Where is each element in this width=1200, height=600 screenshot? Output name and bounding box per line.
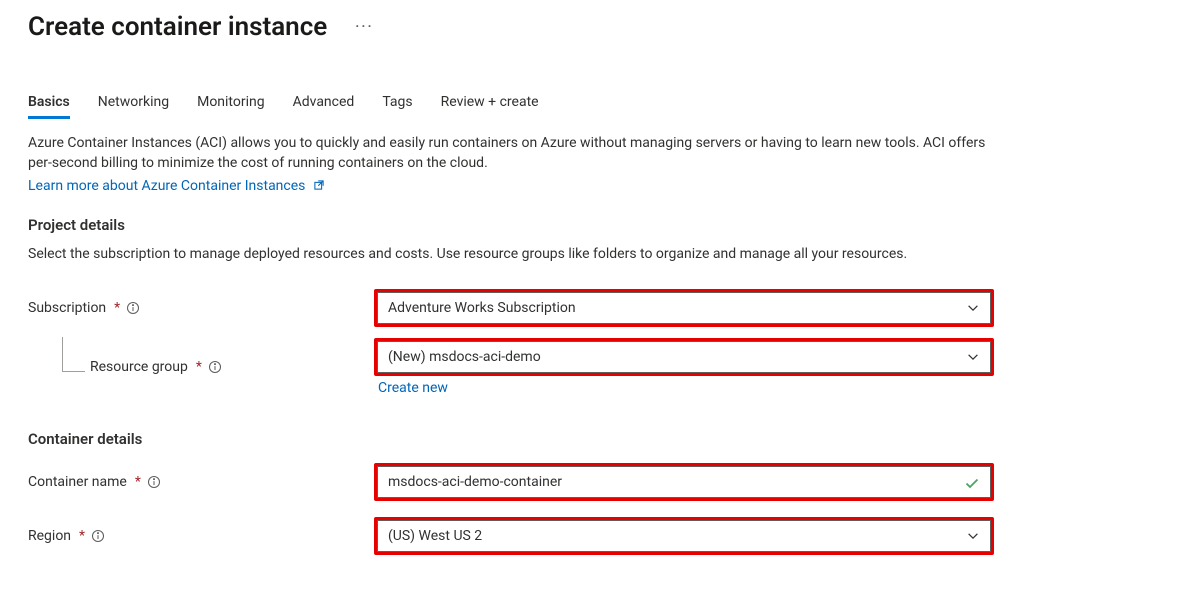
tab-basics[interactable]: Basics — [28, 94, 70, 119]
required-asterisk: * — [79, 528, 85, 544]
project-details-desc: Select the subscription to manage deploy… — [28, 244, 988, 264]
resource-group-value: (New) msdocs-aci-demo — [388, 349, 541, 365]
tab-tags[interactable]: Tags — [382, 94, 412, 119]
required-asterisk: * — [196, 359, 202, 375]
tab-review-create[interactable]: Review + create — [441, 94, 539, 119]
check-icon — [964, 475, 980, 491]
highlight-container-name: msdocs-aci-demo-container — [374, 463, 994, 501]
tab-monitoring[interactable]: Monitoring — [197, 94, 265, 119]
wizard-tabs: Basics Networking Monitoring Advanced Ta… — [28, 94, 1200, 119]
intro-text: Azure Container Instances (ACI) allows y… — [28, 133, 988, 174]
resource-group-label: Resource group — [90, 359, 188, 375]
page-title: Create container instance — [28, 12, 327, 42]
highlight-subscription: Adventure Works Subscription — [374, 289, 994, 327]
container-details-heading: Container details — [28, 430, 1200, 448]
info-icon[interactable] — [147, 475, 161, 489]
nested-indicator: Resource group * — [90, 359, 222, 375]
subscription-label: Subscription — [28, 300, 106, 316]
highlight-resource-group: (New) msdocs-aci-demo — [374, 338, 994, 376]
learn-more-text: Learn more about Azure Container Instanc… — [28, 178, 305, 194]
resource-group-row: Resource group * (New) msdocs-aci-demo C… — [28, 338, 1200, 396]
subscription-value: Adventure Works Subscription — [388, 300, 576, 316]
container-name-input[interactable]: msdocs-aci-demo-container — [377, 466, 991, 498]
tab-advanced[interactable]: Advanced — [293, 94, 355, 119]
external-link-icon — [313, 179, 325, 191]
resource-group-label-col: Resource group * — [28, 359, 374, 375]
more-menu-icon[interactable]: ··· — [355, 19, 373, 35]
highlight-region: (US) West US 2 — [374, 517, 994, 555]
required-asterisk: * — [135, 474, 141, 490]
region-row: Region * (US) West US 2 — [28, 512, 1200, 560]
subscription-label-col: Subscription * — [28, 300, 374, 316]
required-asterisk: * — [114, 300, 120, 316]
info-icon[interactable] — [91, 529, 105, 543]
chevron-down-icon — [966, 350, 980, 364]
resource-group-dropdown[interactable]: (New) msdocs-aci-demo — [377, 341, 991, 373]
container-name-row: Container name * msdocs-aci-demo-contain… — [28, 458, 1200, 506]
project-details-heading: Project details — [28, 216, 1200, 234]
info-icon[interactable] — [208, 360, 222, 374]
container-name-label: Container name — [28, 474, 127, 490]
region-label: Region — [28, 528, 71, 544]
chevron-down-icon — [966, 301, 980, 315]
create-new-link[interactable]: Create new — [378, 380, 448, 396]
subscription-row: Subscription * Adventure Works Subscript… — [28, 284, 1200, 332]
chevron-down-icon — [966, 529, 980, 543]
learn-more-link[interactable]: Learn more about Azure Container Instanc… — [28, 178, 325, 194]
subscription-dropdown[interactable]: Adventure Works Subscription — [377, 292, 991, 324]
container-name-value: msdocs-aci-demo-container — [388, 474, 562, 490]
info-icon[interactable] — [126, 301, 140, 315]
region-dropdown[interactable]: (US) West US 2 — [377, 520, 991, 552]
tab-networking[interactable]: Networking — [98, 94, 169, 119]
region-value: (US) West US 2 — [388, 528, 482, 544]
container-name-label-col: Container name * — [28, 474, 374, 490]
region-label-col: Region * — [28, 528, 374, 544]
page-title-bar: Create container instance ··· — [28, 12, 1200, 42]
